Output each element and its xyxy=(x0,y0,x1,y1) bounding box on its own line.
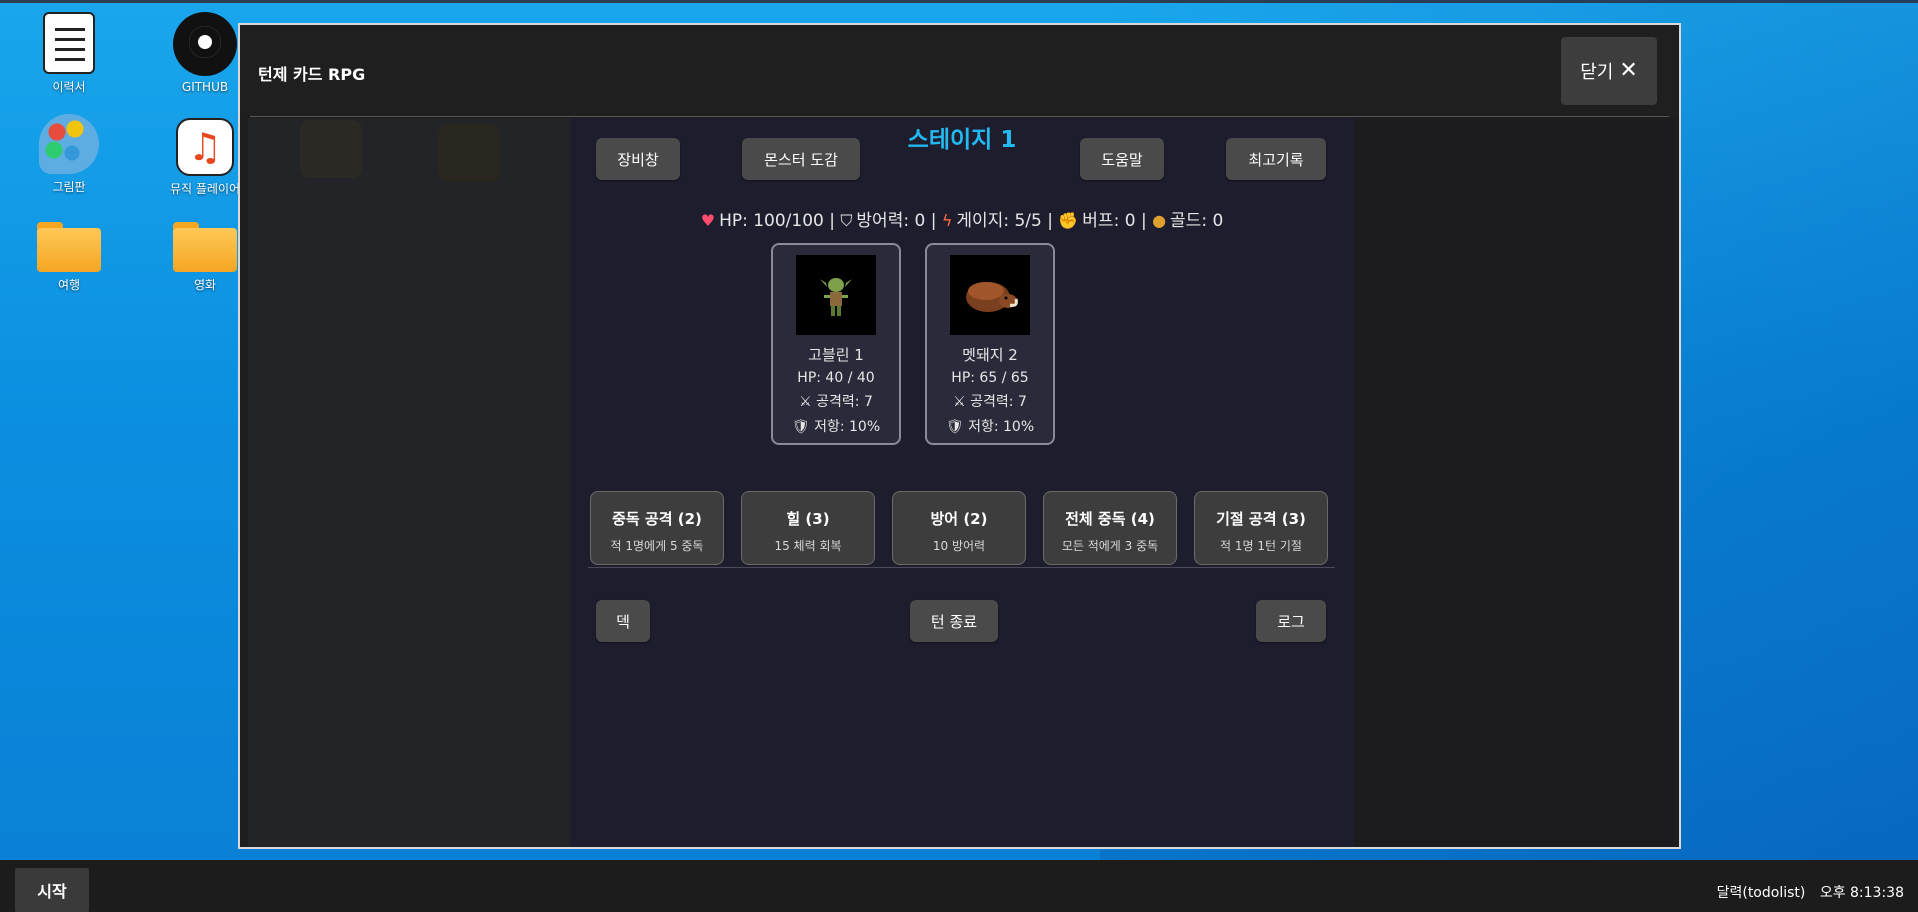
card-defense[interactable]: 방어 (2) 10 방어력 xyxy=(892,491,1026,565)
folder-icon xyxy=(173,222,237,272)
card-name: 중독 공격 (2) xyxy=(612,510,702,528)
status-separator: | xyxy=(1047,211,1059,231)
player-defense: 방어력: 0 xyxy=(856,211,926,231)
desktop-icon-label: 이력서 xyxy=(52,80,86,94)
paint-palette-icon xyxy=(39,114,99,174)
calendar-todolist-link[interactable]: 달력(todolist) xyxy=(1717,885,1806,901)
desktop-icon-label: 그림판 xyxy=(52,180,86,194)
close-button[interactable]: 닫기 ✕ xyxy=(1561,37,1657,105)
music-note-icon: ♫ xyxy=(176,118,234,176)
heart-icon: ♥ xyxy=(700,211,716,230)
card-name: 힐 (3) xyxy=(786,510,830,528)
monster-hp: HP: 40 / 40 xyxy=(797,370,875,386)
system-tray: 달력(todolist) 오후 8:13:38 xyxy=(1717,882,1904,902)
monster-card-goblin[interactable]: 고블린 1 HP: 40 / 40 ⚔ 공격력: 7 🛡 저항: 10% xyxy=(771,243,901,445)
boar-sprite xyxy=(950,255,1030,335)
muscle-icon: ✊ xyxy=(1058,211,1079,230)
close-button-label: 닫기 xyxy=(1580,62,1614,83)
monster-hp: HP: 65 / 65 xyxy=(951,370,1029,386)
card-description: 적 1명에게 5 중독 xyxy=(610,539,704,553)
desktop-icon-paint[interactable]: 그림판 xyxy=(14,114,124,195)
help-button[interactable]: 도움말 xyxy=(1080,138,1164,180)
card-description: 10 방어력 xyxy=(932,539,986,553)
goblin-sprite xyxy=(796,255,876,335)
card-stun-attack[interactable]: 기절 공격 (3) 적 1명 1턴 기절 xyxy=(1194,491,1328,565)
folder-icon xyxy=(37,222,101,272)
game-area: 스테이지 1 장비창 몬스터 도감 도움말 최고기록 ♥ HP: 100/100 … xyxy=(570,118,1354,847)
titlebar-divider xyxy=(250,116,1669,117)
left-backdrop-panel xyxy=(248,118,570,847)
card-mass-poison[interactable]: 전체 중독 (4) 모든 적에게 3 중독 xyxy=(1043,491,1177,565)
player-buff: 버프: 0 xyxy=(1082,211,1136,231)
close-x-icon: ✕ xyxy=(1619,58,1638,83)
shield-icon: ⛉ xyxy=(840,211,853,230)
money-bag-icon: ● xyxy=(1152,211,1167,230)
card-name: 전체 중독 (4) xyxy=(1065,510,1155,528)
records-button[interactable]: 최고기록 xyxy=(1226,138,1326,180)
monster-attack: ⚔ 공격력: 7 xyxy=(799,394,873,410)
status-separator: | xyxy=(930,211,942,231)
taskbar: 시작 달력(todolist) 오후 8:13:38 xyxy=(0,860,1918,912)
desktop-icon-label: 여행 xyxy=(57,278,81,292)
player-gauge: 게이지: 5/5 xyxy=(956,211,1042,231)
monster-resist: 🛡 저항: 10% xyxy=(945,419,1035,435)
hand-divider xyxy=(588,567,1335,568)
faded-book-icon xyxy=(300,120,362,178)
tray-clock: 오후 8:13:38 xyxy=(1819,885,1904,901)
faded-folder-icon xyxy=(438,124,500,182)
card-description: 적 1명 1턴 기절 xyxy=(1220,539,1302,553)
desktop-icon-travel-folder[interactable]: 여행 xyxy=(14,214,124,293)
card-name: 방어 (2) xyxy=(930,510,988,528)
monster-book-button[interactable]: 몬스터 도감 xyxy=(742,138,860,180)
game-window: 턴제 카드 RPG 닫기 ✕ 스테이지 1 장비창 몬스터 도감 도움말 최고기… xyxy=(238,23,1681,849)
end-turn-button[interactable]: 턴 종료 xyxy=(910,600,998,642)
status-separator: | xyxy=(1140,211,1153,231)
monster-name: 고블린 1 xyxy=(808,346,864,364)
start-button[interactable]: 시작 xyxy=(15,868,89,912)
card-description: 모든 적에게 3 중독 xyxy=(1061,539,1159,553)
card-poison-attack[interactable]: 중독 공격 (2) 적 1명에게 5 중독 xyxy=(590,491,724,565)
log-button[interactable]: 로그 xyxy=(1256,600,1326,642)
status-separator: | xyxy=(829,211,841,231)
resume-doc-icon xyxy=(43,12,95,74)
deck-button[interactable]: 덱 xyxy=(596,600,650,642)
window-title: 턴제 카드 RPG xyxy=(258,65,366,84)
monster-name: 멧돼지 2 xyxy=(962,346,1018,364)
player-gold: 골드: 0 xyxy=(1170,211,1224,231)
card-heal[interactable]: 힐 (3) 15 체력 회복 xyxy=(741,491,875,565)
lightning-icon: ϟ xyxy=(941,211,953,230)
github-icon xyxy=(173,12,237,76)
equipment-button[interactable]: 장비창 xyxy=(596,138,680,180)
card-description: 15 체력 회복 xyxy=(774,539,842,553)
monster-card-boar[interactable]: 멧돼지 2 HP: 65 / 65 ⚔ 공격력: 7 🛡 저항: 10% xyxy=(925,243,1055,445)
right-backdrop-panel xyxy=(1354,118,1674,847)
monster-attack: ⚔ 공격력: 7 xyxy=(953,394,1027,410)
monster-resist: 🛡 저항: 10% xyxy=(791,419,881,435)
player-hp: HP: 100/100 xyxy=(719,211,824,231)
desktop-icon-resume[interactable]: 이력서 xyxy=(14,12,124,95)
card-name: 기절 공격 (3) xyxy=(1216,510,1306,528)
window-titlebar[interactable]: 턴제 카드 RPG 닫기 ✕ xyxy=(240,25,1679,116)
player-status-bar: ♥ HP: 100/100 | ⛉ 방어력: 0 | ϟ 게이지: 5/5 | ✊ 버프… xyxy=(570,206,1354,231)
